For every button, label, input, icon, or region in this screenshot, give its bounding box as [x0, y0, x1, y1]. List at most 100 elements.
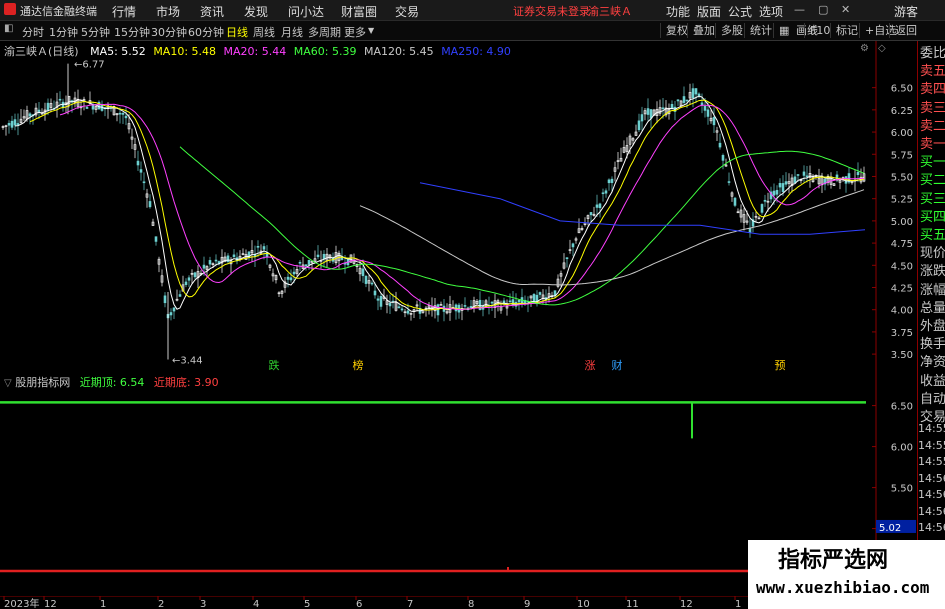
main-y-tick-label: 5.00 [891, 217, 913, 228]
trade-time: 14:56 [918, 504, 945, 518]
sub-y-tick-label: 6.50 [891, 402, 913, 413]
watermark-line1: 指标严选网 [778, 548, 889, 573]
minimize-icon[interactable]: — [794, 3, 805, 16]
candle-body [10, 120, 14, 128]
period-monthly[interactable]: 月线 [281, 24, 303, 40]
candle-body [604, 190, 608, 194]
candle-body [661, 107, 665, 110]
candle-body [517, 299, 521, 303]
period-multi[interactable]: 多周期 [308, 24, 341, 40]
candle-body [148, 201, 152, 208]
period-daily[interactable]: 日线 [226, 24, 248, 40]
candle-body [784, 181, 788, 185]
x-tick-label: 9 [524, 599, 530, 609]
candle-body [802, 171, 806, 176]
x-tick-label: 6 [356, 599, 362, 609]
menu-zixun[interactable]: 资讯 [200, 3, 224, 20]
candle-body [307, 259, 311, 265]
period-30min[interactable]: 30分钟 [151, 24, 187, 40]
candle-body [163, 295, 167, 304]
candle-body [796, 174, 800, 176]
candle-body [406, 310, 410, 314]
candle-body [772, 190, 776, 196]
candle-body [703, 105, 707, 111]
period-more[interactable]: 更多 [344, 24, 366, 40]
period-fenshi[interactable]: 分时 [22, 24, 44, 40]
side-label[interactable]: 自动 [920, 391, 945, 409]
menu-wenxiaoda[interactable]: 问小达 [288, 3, 324, 20]
period-1min[interactable]: 1分钟 [49, 24, 78, 40]
main-y-tick-label: 3.50 [891, 350, 913, 361]
guest-label[interactable]: 游客 [894, 3, 918, 20]
candle-body [778, 183, 782, 188]
menu-caifuquan[interactable]: 财富圈 [341, 3, 377, 20]
tool-fanhui[interactable]: 返回 [889, 23, 922, 38]
side-label: 涨跌 [920, 264, 945, 280]
candle-body [706, 109, 710, 117]
candle-body [37, 109, 41, 113]
menu-jiaoyi[interactable]: 交易 [395, 3, 419, 20]
main-chart[interactable]: 6.50 6.25 6.00 5.75 5.50 5.25 5.00 4.75 4.50 4.25… [0, 41, 917, 371]
period-5min[interactable]: 5分钟 [81, 24, 110, 40]
candle-body [136, 160, 140, 166]
period-15min[interactable]: 15分钟 [114, 24, 150, 40]
more-dropdown-icon[interactable]: ▼ [368, 26, 374, 35]
main-y-tick-label: 4.25 [891, 284, 913, 295]
candle-body [184, 281, 188, 286]
candle-body [232, 254, 236, 258]
menu-bar: 通达信金融终端 行情 市场 资讯 发现 问小达 财富圈 交易 证券交易未登录 渝… [0, 0, 945, 21]
close-icon[interactable]: ✕ [841, 3, 850, 16]
candle-body [805, 175, 809, 178]
candle-body [124, 115, 128, 119]
candle-body [763, 199, 767, 202]
collapse-icon[interactable]: ◧ [4, 23, 13, 34]
x-tick-label: 10 [577, 599, 590, 609]
side-label: 买二 [920, 173, 945, 189]
menu-hangqing[interactable]: 行情 [112, 3, 136, 20]
trade-time: 14:55 [918, 455, 945, 468]
x-tick-label: 1 [735, 599, 741, 609]
trade-warning[interactable]: 证券交易未登录 [513, 3, 590, 19]
candle-body [118, 112, 122, 115]
current-value-label: 5.02 [879, 523, 901, 534]
watermark-line2: www.xuezhibiao.com [756, 578, 930, 597]
watermark-top: 指标严选网 [748, 540, 945, 573]
candle-body [169, 312, 173, 316]
candle-body [697, 93, 701, 96]
side-label: 委比 [920, 46, 945, 61]
candle-body [775, 189, 779, 195]
side-label: 卖三 [920, 100, 945, 116]
candle-body [139, 169, 143, 173]
candle-body [262, 246, 266, 250]
menu-shichang[interactable]: 市场 [156, 3, 180, 20]
period-60min[interactable]: 60分钟 [188, 24, 224, 40]
low-price-label: ←3.44 [172, 355, 203, 366]
candle-body [469, 306, 473, 309]
candle-body [298, 262, 302, 264]
candle-body [793, 176, 797, 184]
candle-body [598, 203, 602, 209]
side-label: 卖四 [920, 82, 945, 98]
x-tick-label: 2 [158, 599, 164, 609]
menu-gongneng[interactable]: 功能 [666, 3, 690, 20]
side-label: 涨幅 [920, 282, 945, 298]
menu-banmian[interactable]: 版面 [697, 3, 721, 20]
side-label: 收益 [920, 373, 945, 389]
candle-body [16, 123, 20, 126]
period-weekly[interactable]: 周线 [253, 24, 275, 40]
menu-xuanxiang[interactable]: 选项 [759, 3, 783, 20]
candle-body [685, 99, 689, 102]
main-y-tick-label: 4.75 [891, 239, 913, 250]
candle-body [58, 98, 62, 101]
menu-gongshi[interactable]: 公式 [728, 3, 752, 20]
maximize-icon[interactable]: ▢ [818, 3, 828, 16]
main-y-tick-label: 6.00 [891, 128, 913, 139]
main-y-tick-label: 6.25 [891, 106, 913, 117]
candle-body [733, 197, 737, 206]
candle-body [208, 260, 212, 265]
candle-body [154, 236, 158, 242]
period-bar: ◧ 分时 1分钟 5分钟 15分钟 30分钟 60分钟 日线 周线 月线 多周期… [0, 21, 945, 41]
menu-faxian[interactable]: 发现 [244, 3, 268, 20]
candle-body [379, 296, 383, 307]
candle-body [286, 276, 290, 280]
